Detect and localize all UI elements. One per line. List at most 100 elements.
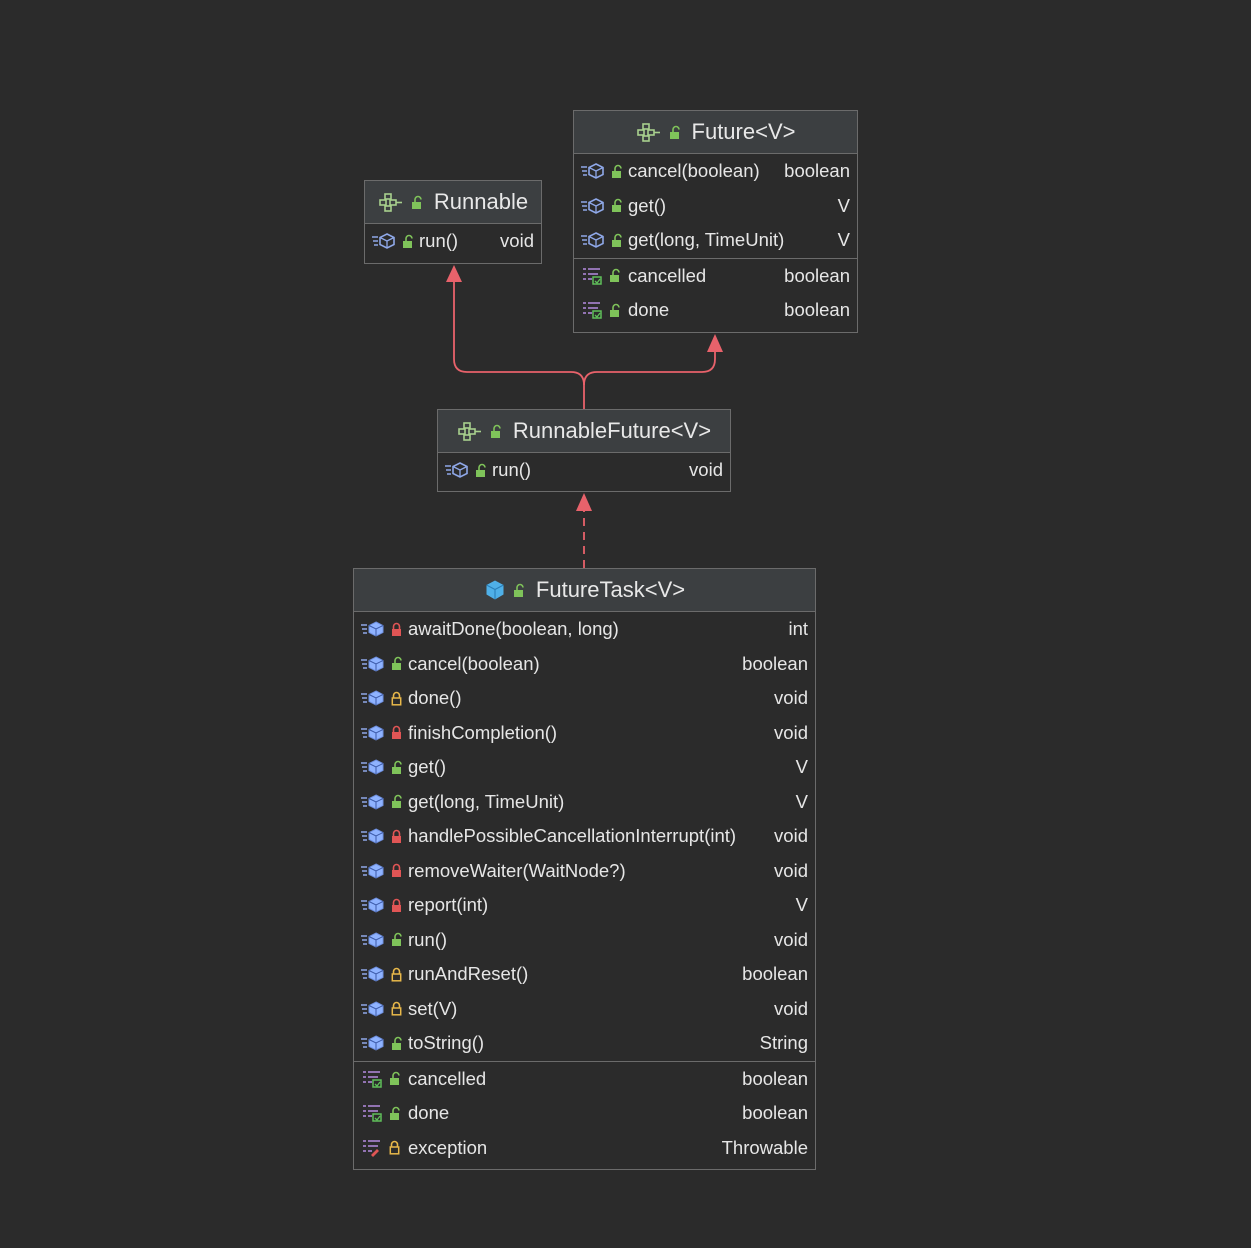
member-icons [360, 1138, 408, 1158]
public-lock-icon [513, 583, 524, 597]
method-icon [445, 462, 468, 479]
public-lock-icon [392, 657, 402, 671]
class-header: Future<V> [574, 111, 857, 154]
method-name: removeWaiter(WaitNode?) [408, 859, 626, 881]
member-icons [360, 689, 408, 707]
return-type: void [774, 928, 808, 950]
class-header: Runnable [365, 181, 541, 224]
field-name: cancelled [408, 1067, 487, 1089]
member-icons [360, 1103, 408, 1123]
protected-lock-icon [391, 691, 402, 706]
class-box-future[interactable]: Future<V> cancel(boolean) boolean get() Vge… [573, 110, 858, 333]
field-type: Throwable [721, 1136, 808, 1158]
field-row[interactable]: done boolean [574, 293, 857, 328]
method-icon [361, 828, 384, 844]
public-lock-icon [612, 164, 622, 178]
member-icons [360, 620, 408, 638]
method-row[interactable]: get() V [354, 750, 815, 785]
method-row[interactable]: removeWaiter(WaitNode?) void [354, 854, 815, 889]
method-icon [361, 794, 384, 810]
method-row[interactable]: done() void [354, 681, 815, 716]
method-name: finishCompletion() [408, 721, 558, 743]
class-box-runnable-future[interactable]: RunnableFuture<V> run() void [437, 409, 731, 492]
field-type: boolean [742, 1102, 808, 1124]
return-type: V [795, 894, 808, 916]
field-type: boolean [742, 1067, 808, 1089]
method-name: cancel(boolean) [408, 652, 540, 674]
public-lock-icon [490, 424, 501, 438]
method-name: handlePossibleCancellationInterrupt(int) [408, 825, 737, 847]
public-lock-icon [390, 1106, 400, 1120]
method-row[interactable]: cancel(boolean) boolean [574, 154, 857, 189]
member-icons [360, 862, 408, 880]
method-icon [361, 759, 384, 775]
member-icons [360, 724, 408, 742]
method-name: get() [628, 194, 667, 216]
method-row[interactable]: toString() String [354, 1026, 815, 1061]
return-type: void [774, 997, 808, 1019]
public-lock-icon [669, 125, 680, 139]
method-name: get() [408, 756, 447, 778]
public-lock-icon [411, 195, 422, 209]
public-lock-icon [612, 233, 622, 247]
interface-icon [458, 422, 481, 441]
method-row[interactable]: finishCompletion() void [354, 716, 815, 751]
method-icon [581, 163, 604, 180]
member-icons [580, 266, 628, 286]
method-row[interactable]: cancel(boolean) boolean [354, 647, 815, 682]
member-icons [580, 300, 628, 320]
method-row[interactable]: get() V [574, 189, 857, 224]
public-lock-icon [392, 795, 402, 809]
method-row[interactable]: run() void [354, 923, 815, 958]
member-icons [360, 827, 408, 845]
field-name: done [408, 1102, 450, 1124]
method-icon [361, 725, 384, 741]
return-type: void [774, 687, 808, 709]
edge-runnablefuture-to-future [583, 351, 716, 386]
method-row[interactable]: awaitDone(boolean, long) int [354, 612, 815, 647]
method-name: report(int) [408, 894, 489, 916]
return-type: boolean [742, 652, 808, 674]
return-type: V [837, 194, 850, 216]
class-box-future-task[interactable]: FutureTask<V> awaitDone(boolean, long) in… [353, 568, 816, 1170]
return-type: V [837, 229, 850, 251]
method-name: get(long, TimeUnit) [408, 790, 565, 812]
method-row[interactable]: run() void [365, 224, 541, 259]
method-icon [361, 1035, 384, 1051]
field-row[interactable]: exception Throwable [354, 1131, 815, 1166]
public-lock-icon [610, 269, 620, 283]
class-title: Future<V> [691, 119, 796, 144]
class-header: RunnableFuture<V> [438, 410, 730, 453]
member-icons [580, 231, 628, 249]
field-type: boolean [784, 299, 850, 321]
return-type: V [795, 790, 808, 812]
member-icons [360, 1069, 408, 1089]
method-row[interactable]: report(int) V [354, 888, 815, 923]
return-type: void [774, 825, 808, 847]
field-name: exception [408, 1136, 488, 1158]
return-type: boolean [742, 963, 808, 985]
return-type: int [788, 618, 808, 640]
method-icon [372, 233, 395, 250]
method-row[interactable]: get(long, TimeUnit) V [354, 785, 815, 820]
edge-runnablefuture-to-runnable [453, 280, 585, 409]
arrowhead-future [707, 334, 723, 352]
method-icon [581, 232, 604, 249]
field-row[interactable]: cancelled boolean [354, 1062, 815, 1097]
return-type: String [759, 1032, 808, 1054]
method-icon [581, 197, 604, 214]
public-lock-icon [612, 199, 622, 213]
method-row[interactable]: get(long, TimeUnit) V [574, 223, 857, 258]
private-lock-icon [392, 898, 401, 912]
method-row[interactable]: set(V) void [354, 992, 815, 1027]
return-type: void [774, 859, 808, 881]
field-row[interactable]: done boolean [354, 1096, 815, 1131]
field-row[interactable]: cancelled boolean [574, 259, 857, 294]
method-row[interactable]: handlePossibleCancellationInterrupt(int)… [354, 819, 815, 854]
method-row[interactable]: run() void [438, 453, 730, 488]
class-box-runnable[interactable]: Runnable run() void [364, 180, 542, 264]
class-title: Runnable [433, 189, 529, 214]
public-lock-icon [610, 303, 620, 317]
member-icons [371, 232, 419, 250]
method-row[interactable]: runAndReset() boolean [354, 957, 815, 992]
